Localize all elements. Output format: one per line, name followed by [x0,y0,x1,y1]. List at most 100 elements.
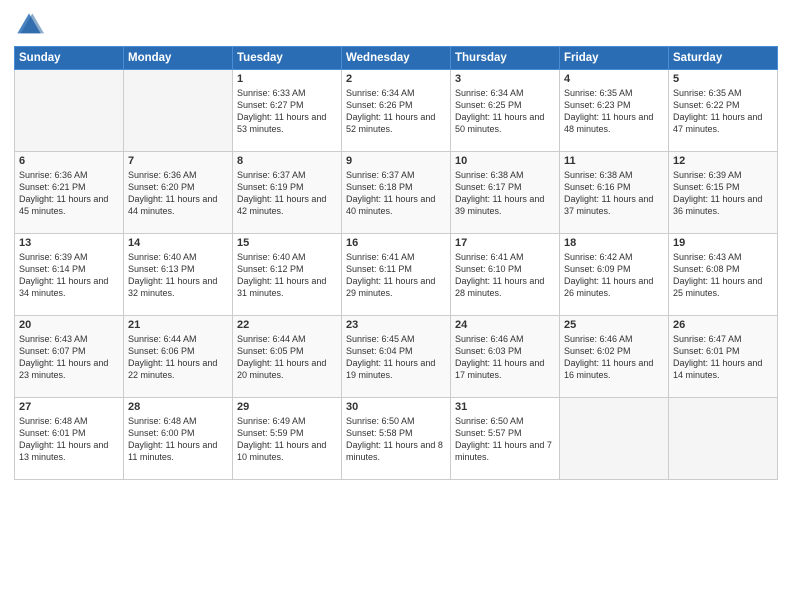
calendar-cell: 12 Sunrise: 6:39 AM Sunset: 6:15 PM Dayli… [669,152,778,234]
day-info: Sunrise: 6:46 AM Sunset: 6:03 PM Dayligh… [455,333,555,382]
day-number: 20 [19,319,119,331]
day-number: 24 [455,319,555,331]
calendar-header-row: SundayMondayTuesdayWednesdayThursdayFrid… [15,47,778,70]
day-info: Sunrise: 6:33 AM Sunset: 6:27 PM Dayligh… [237,87,337,136]
calendar-cell: 14 Sunrise: 6:40 AM Sunset: 6:13 PM Dayli… [124,234,233,316]
day-number: 18 [564,237,664,249]
calendar-table: SundayMondayTuesdayWednesdayThursdayFrid… [14,46,778,480]
day-info: Sunrise: 6:48 AM Sunset: 6:00 PM Dayligh… [128,415,228,464]
calendar-cell: 15 Sunrise: 6:40 AM Sunset: 6:12 PM Dayli… [233,234,342,316]
day-info: Sunrise: 6:39 AM Sunset: 6:15 PM Dayligh… [673,169,773,218]
day-number: 30 [346,401,446,413]
day-number: 3 [455,73,555,85]
calendar-cell: 24 Sunrise: 6:46 AM Sunset: 6:03 PM Dayli… [451,316,560,398]
calendar-cell [15,70,124,152]
day-number: 6 [19,155,119,167]
day-info: Sunrise: 6:37 AM Sunset: 6:18 PM Dayligh… [346,169,446,218]
day-info: Sunrise: 6:46 AM Sunset: 6:02 PM Dayligh… [564,333,664,382]
day-info: Sunrise: 6:48 AM Sunset: 6:01 PM Dayligh… [19,415,119,464]
day-info: Sunrise: 6:40 AM Sunset: 6:12 PM Dayligh… [237,251,337,300]
day-info: Sunrise: 6:50 AM Sunset: 5:58 PM Dayligh… [346,415,446,464]
header [14,10,778,40]
calendar-cell: 18 Sunrise: 6:42 AM Sunset: 6:09 PM Dayli… [560,234,669,316]
page: SundayMondayTuesdayWednesdayThursdayFrid… [0,0,792,612]
calendar-week-row: 20 Sunrise: 6:43 AM Sunset: 6:07 PM Dayli… [15,316,778,398]
day-info: Sunrise: 6:44 AM Sunset: 6:06 PM Dayligh… [128,333,228,382]
day-number: 5 [673,73,773,85]
calendar-cell [560,398,669,480]
calendar-cell: 27Sunrise: 6:48 AM Sunset: 6:01 PM Dayli… [15,398,124,480]
day-info: Sunrise: 6:37 AM Sunset: 6:19 PM Dayligh… [237,169,337,218]
day-info: Sunrise: 6:34 AM Sunset: 6:25 PM Dayligh… [455,87,555,136]
day-number: 26 [673,319,773,331]
calendar-week-row: 6 Sunrise: 6:36 AM Sunset: 6:21 PM Daylig… [15,152,778,234]
calendar-cell: 2 Sunrise: 6:34 AM Sunset: 6:26 PM Daylig… [342,70,451,152]
calendar-cell: 23Sunrise: 6:45 AM Sunset: 6:04 PM Dayli… [342,316,451,398]
day-number: 19 [673,237,773,249]
calendar-cell: 26 Sunrise: 6:47 AM Sunset: 6:01 PM Dayli… [669,316,778,398]
day-number: 21 [128,319,228,331]
calendar-cell: 25 Sunrise: 6:46 AM Sunset: 6:02 PM Dayli… [560,316,669,398]
calendar-dow-thursday: Thursday [451,47,560,70]
day-number: 25 [564,319,664,331]
calendar-dow-sunday: Sunday [15,47,124,70]
calendar-cell: 1Sunrise: 6:33 AM Sunset: 6:27 PM Daylig… [233,70,342,152]
day-info: Sunrise: 6:45 AM Sunset: 6:04 PM Dayligh… [346,333,446,382]
calendar-dow-wednesday: Wednesday [342,47,451,70]
day-info: Sunrise: 6:35 AM Sunset: 6:23 PM Dayligh… [564,87,664,136]
day-info: Sunrise: 6:39 AM Sunset: 6:14 PM Dayligh… [19,251,119,300]
logo [14,10,46,40]
calendar-cell: 3 Sunrise: 6:34 AM Sunset: 6:25 PM Daylig… [451,70,560,152]
day-info: Sunrise: 6:47 AM Sunset: 6:01 PM Dayligh… [673,333,773,382]
day-number: 15 [237,237,337,249]
calendar-cell: 21 Sunrise: 6:44 AM Sunset: 6:06 PM Dayli… [124,316,233,398]
calendar-week-row: 13 Sunrise: 6:39 AM Sunset: 6:14 PM Dayli… [15,234,778,316]
calendar-cell: 5 Sunrise: 6:35 AM Sunset: 6:22 PM Daylig… [669,70,778,152]
day-number: 28 [128,401,228,413]
day-number: 22 [237,319,337,331]
calendar-cell: 13 Sunrise: 6:39 AM Sunset: 6:14 PM Dayli… [15,234,124,316]
day-info: Sunrise: 6:40 AM Sunset: 6:13 PM Dayligh… [128,251,228,300]
day-number: 11 [564,155,664,167]
day-number: 10 [455,155,555,167]
calendar-cell: 20 Sunrise: 6:43 AM Sunset: 6:07 PM Dayli… [15,316,124,398]
day-info: Sunrise: 6:43 AM Sunset: 6:07 PM Dayligh… [19,333,119,382]
calendar-cell: 29 Sunrise: 6:49 AM Sunset: 5:59 PM Dayli… [233,398,342,480]
day-info: Sunrise: 6:36 AM Sunset: 6:21 PM Dayligh… [19,169,119,218]
calendar-cell: 9 Sunrise: 6:37 AM Sunset: 6:18 PM Daylig… [342,152,451,234]
calendar-dow-saturday: Saturday [669,47,778,70]
day-info: Sunrise: 6:44 AM Sunset: 6:05 PM Dayligh… [237,333,337,382]
day-info: Sunrise: 6:38 AM Sunset: 6:17 PM Dayligh… [455,169,555,218]
calendar-dow-tuesday: Tuesday [233,47,342,70]
day-number: 2 [346,73,446,85]
calendar-week-row: 1Sunrise: 6:33 AM Sunset: 6:27 PM Daylig… [15,70,778,152]
generalblue-logo-icon [14,10,44,40]
day-info: Sunrise: 6:42 AM Sunset: 6:09 PM Dayligh… [564,251,664,300]
day-info: Sunrise: 6:41 AM Sunset: 6:11 PM Dayligh… [346,251,446,300]
day-number: 13 [19,237,119,249]
calendar-cell [669,398,778,480]
day-info: Sunrise: 6:43 AM Sunset: 6:08 PM Dayligh… [673,251,773,300]
day-number: 14 [128,237,228,249]
day-number: 16 [346,237,446,249]
day-number: 4 [564,73,664,85]
day-info: Sunrise: 6:34 AM Sunset: 6:26 PM Dayligh… [346,87,446,136]
calendar-week-row: 27Sunrise: 6:48 AM Sunset: 6:01 PM Dayli… [15,398,778,480]
calendar-dow-monday: Monday [124,47,233,70]
day-number: 29 [237,401,337,413]
calendar-cell: 28 Sunrise: 6:48 AM Sunset: 6:00 PM Dayli… [124,398,233,480]
calendar-cell: 11Sunrise: 6:38 AM Sunset: 6:16 PM Dayli… [560,152,669,234]
calendar-cell: 6 Sunrise: 6:36 AM Sunset: 6:21 PM Daylig… [15,152,124,234]
calendar-cell: 7 Sunrise: 6:36 AM Sunset: 6:20 PM Daylig… [124,152,233,234]
day-number: 31 [455,401,555,413]
day-number: 7 [128,155,228,167]
day-info: Sunrise: 6:36 AM Sunset: 6:20 PM Dayligh… [128,169,228,218]
calendar-cell: 30 Sunrise: 6:50 AM Sunset: 5:58 PM Dayli… [342,398,451,480]
calendar-cell: 22 Sunrise: 6:44 AM Sunset: 6:05 PM Dayli… [233,316,342,398]
day-number: 9 [346,155,446,167]
day-number: 12 [673,155,773,167]
day-info: Sunrise: 6:49 AM Sunset: 5:59 PM Dayligh… [237,415,337,464]
calendar-cell: 8Sunrise: 6:37 AM Sunset: 6:19 PM Daylig… [233,152,342,234]
day-info: Sunrise: 6:35 AM Sunset: 6:22 PM Dayligh… [673,87,773,136]
calendar-cell: 10 Sunrise: 6:38 AM Sunset: 6:17 PM Dayli… [451,152,560,234]
